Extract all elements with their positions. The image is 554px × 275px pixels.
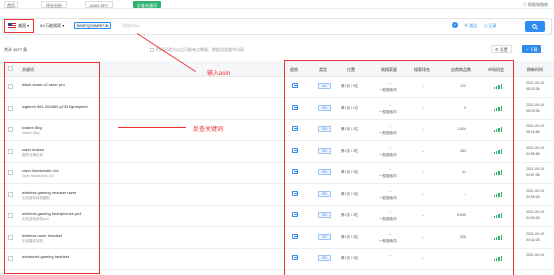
filter-hint-label: 时间已改为以后可能有点数量，数据也会缓冲出现 xyxy=(156,47,244,52)
updated-time: 05:23:36 xyxy=(526,87,540,91)
asin-chip[interactable]: B09FQG9MRP ⊗ xyxy=(74,22,112,29)
updated-date: 2021-09-15 xyxy=(526,231,544,236)
marketplace-highlight xyxy=(4,19,34,33)
tab-home[interactable]: 首页 xyxy=(4,1,18,8)
updated-time: 04:58:56 xyxy=(526,151,540,156)
updated-date: 2021-09-15 xyxy=(526,167,544,171)
settings-button[interactable]: ⚙ 设置 xyxy=(491,45,512,53)
updated-date: 2021-09-15 xyxy=(526,253,544,257)
updated-time: 05:23:35 xyxy=(526,108,540,113)
match-type-select[interactable]: ID/万能搜索 ▾ xyxy=(40,23,64,29)
updated-time: 04:42:25 xyxy=(526,237,540,242)
asin-chip-label: B09FQG9MRP xyxy=(77,23,104,28)
updated-time: 05:16:56 xyxy=(526,130,540,134)
metrics-columns-highlight xyxy=(284,60,514,275)
clock-icon: ◷ xyxy=(484,23,488,28)
my-products-button[interactable]: ▣ 我品 xyxy=(464,23,477,29)
tab-asin-spy[interactable]: ASIN SPY xyxy=(85,1,113,8)
filter-checkbox[interactable] xyxy=(150,47,154,52)
settings-icon: ⚙ xyxy=(495,47,499,52)
updated-date: 2021-09-15 xyxy=(526,188,544,193)
header-updated[interactable]: 刷新时间 xyxy=(527,67,543,73)
total-count: 共计 4577 条 xyxy=(4,47,28,52)
search-icon xyxy=(532,24,538,30)
history-label: 记录 xyxy=(488,23,497,28)
tab-review-analysis[interactable]: 评论分析 xyxy=(41,1,67,8)
help-label: 帮助和指南 xyxy=(528,2,548,7)
tab-reverse-keywords[interactable]: 反查关键词 xyxy=(133,1,161,8)
updated-time: 04:53:26 xyxy=(526,216,540,220)
updated-date: 2021-09-15 xyxy=(526,210,544,214)
updated-date: 2021-09-15 xyxy=(526,124,544,128)
updated-date: 2021-09-15 xyxy=(526,145,544,150)
updated-date: 2021-09-15 xyxy=(526,102,544,107)
search-button[interactable] xyxy=(525,21,545,32)
updated-date: 2021-09-15 xyxy=(526,81,544,85)
chevron-down-icon: ▾ xyxy=(62,23,65,28)
top-nav: 首页 评论分析 ASIN SPY 反查关键词 ⓘ 帮助和指南 xyxy=(0,0,554,9)
grid-icon: ▣ xyxy=(464,23,468,28)
annotation-reverse-keywords: 反查关键词 xyxy=(193,127,224,133)
annotation-input-asin: 输入asin xyxy=(207,71,231,77)
close-icon[interactable]: ⊗ xyxy=(105,23,108,28)
match-type-value: ID/万能搜索 xyxy=(40,23,62,28)
search-bar: 美国 ▾ ID/万能搜索 ▾ B09FQG9MRP ⊗ 添加ASIN × ▣ 我… xyxy=(2,18,552,35)
help-link[interactable]: ⓘ 帮助和指南 xyxy=(523,2,548,8)
clear-icon[interactable]: × xyxy=(452,22,458,28)
asin-input[interactable]: 添加ASIN xyxy=(122,23,139,29)
help-icon: ⓘ xyxy=(522,2,527,7)
keyword-column-highlight xyxy=(4,62,100,274)
history-button[interactable]: ◷ 记录 xyxy=(484,23,497,29)
arrow-line-keywords xyxy=(118,127,186,129)
settings-label: 设置 xyxy=(499,47,508,52)
download-button[interactable]: + 下载 xyxy=(522,45,542,53)
my-products-label: 我品 xyxy=(469,23,478,28)
updated-time: 04:57:38 xyxy=(526,173,540,177)
updated-time: 04:55:26 xyxy=(526,194,540,199)
